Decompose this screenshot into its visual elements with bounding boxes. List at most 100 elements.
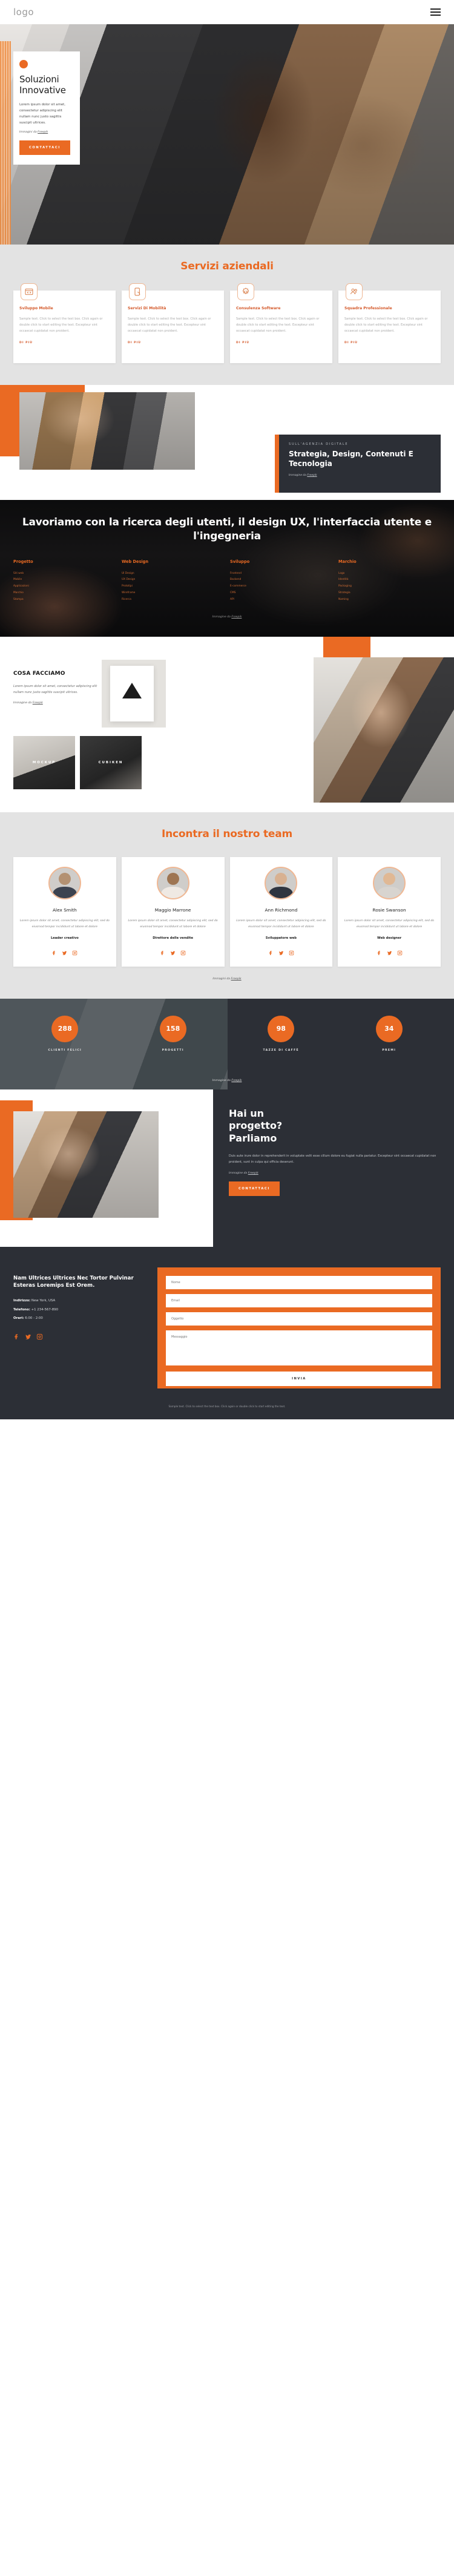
credit-link[interactable]: Freepik <box>231 616 242 619</box>
services-grid: Sviluppo Mobile Sample text. Click to se… <box>0 283 454 363</box>
process-item[interactable]: Naming <box>338 597 441 603</box>
site-header: logo <box>0 0 454 24</box>
facebook-icon[interactable] <box>268 947 274 958</box>
hero-stripe-decoration <box>0 41 11 245</box>
cta-title: Hai un progetto? Parliamo <box>229 1108 439 1145</box>
instagram-icon[interactable] <box>180 947 186 958</box>
team-heading: Incontra il nostro team <box>161 828 292 841</box>
hero-image-credit: Immagini da Freepik <box>19 131 74 134</box>
process-item[interactable]: Marchio <box>13 590 116 597</box>
twitter-icon[interactable] <box>62 947 67 958</box>
instagram-icon[interactable] <box>72 947 77 958</box>
process-item[interactable]: API <box>230 597 332 603</box>
service-more-link[interactable]: DI PIÙ <box>344 341 358 344</box>
landing-page: logo Soluzioni Innovative Lorem ipsum do… <box>0 0 454 1419</box>
service-card[interactable]: Squadra Professionale Sample text. Click… <box>338 283 441 363</box>
facebook-icon[interactable] <box>13 1331 20 1342</box>
twitter-icon[interactable] <box>387 947 392 958</box>
counter-item: 158 PROGETTI <box>122 1015 225 1052</box>
hero-dot-icon <box>19 60 28 68</box>
hamburger-icon[interactable] <box>430 8 441 16</box>
process-item[interactable]: Identità <box>338 577 441 583</box>
process-item[interactable]: Wireframe <box>122 590 224 597</box>
counters-row: 288 CLIENTI FELICI 158 PROGETTI 98 TAZZE… <box>0 999 454 1052</box>
facebook-icon[interactable] <box>377 947 382 958</box>
team-card[interactable]: Maggio Marrone Lorem ipsum dolor sit ame… <box>121 857 225 967</box>
logo[interactable]: logo <box>13 7 34 18</box>
instagram-icon[interactable] <box>36 1331 43 1342</box>
process-image-credit: Immagine da Freepik <box>13 616 441 619</box>
subject-input[interactable] <box>166 1312 432 1326</box>
team-socials <box>343 947 436 958</box>
service-card[interactable]: Sviluppo Mobile Sample text. Click to se… <box>13 283 116 363</box>
credit-link[interactable]: Freepik <box>33 702 43 705</box>
team-card[interactable]: Ann Richmond Lorem ipsum dolor sit amet,… <box>229 857 333 967</box>
process-item[interactable]: Strategia <box>338 590 441 597</box>
process-item[interactable]: Logo <box>338 571 441 577</box>
credit-link[interactable]: Freepik <box>231 1079 242 1082</box>
name-input[interactable] <box>166 1275 432 1289</box>
service-more-link[interactable]: DI PIÙ <box>128 341 141 344</box>
process-item[interactable]: Backend <box>230 577 332 583</box>
instagram-icon[interactable] <box>289 947 294 958</box>
process-item[interactable]: UI Design <box>122 571 224 577</box>
counter-value: 98 <box>268 1015 295 1042</box>
process-item[interactable]: CMS <box>230 590 332 597</box>
footer-address-label: Indirizzo: <box>13 1299 31 1303</box>
process-item[interactable]: Frontend <box>230 571 332 577</box>
process-item[interactable]: UX Design <box>122 577 224 583</box>
instagram-icon[interactable] <box>397 947 403 958</box>
facebook-icon[interactable] <box>160 947 165 958</box>
submit-button[interactable]: INVIA <box>166 1371 432 1386</box>
service-body: Sample text. Click to select the text bo… <box>19 317 103 333</box>
counter-value: 288 <box>51 1015 79 1042</box>
process-item[interactable]: Stampa <box>13 597 116 603</box>
service-card[interactable]: Consulenza Software Sample text. Click t… <box>230 283 332 363</box>
cta-contact-button[interactable]: CONTATTACI <box>229 1181 280 1196</box>
team-member-bio: Lorem ipsum dolor sit amet, consectetur … <box>236 919 326 928</box>
message-input[interactable] <box>166 1330 432 1365</box>
credit-prefix: Immagini da <box>212 977 231 981</box>
gear-code-icon <box>237 283 254 300</box>
team-card[interactable]: Alex Smith Lorem ipsum dolor sit amet, c… <box>13 857 116 967</box>
team-member-role: Web designer <box>377 936 402 940</box>
process-item[interactable]: Packaging <box>338 583 441 590</box>
process-item[interactable]: Prototipi <box>122 583 224 590</box>
cta-image-credit: Immagine da Freepik <box>229 1172 439 1175</box>
service-more-link[interactable]: DI PIÙ <box>19 341 33 344</box>
twitter-icon[interactable] <box>170 947 176 958</box>
hero-contact-button[interactable]: CONTATTACI <box>19 140 70 155</box>
process-item[interactable]: Mobile <box>13 577 116 583</box>
credit-link[interactable]: Freepik <box>248 1172 258 1175</box>
service-card[interactable]: Servizi Di Mobilità Sample text. Click t… <box>122 283 224 363</box>
process-item[interactable]: Siti web <box>13 571 116 577</box>
facebook-icon[interactable] <box>51 947 57 958</box>
email-input[interactable] <box>166 1293 432 1307</box>
service-more-link[interactable]: DI PIÙ <box>236 341 249 344</box>
credit-link[interactable]: Freepik <box>38 131 48 134</box>
process-item[interactable]: E-commerce <box>230 583 332 590</box>
team-card[interactable]: Rosie Swanson Lorem ipsum dolor sit amet… <box>338 857 441 967</box>
twitter-icon[interactable] <box>25 1331 31 1342</box>
cta-paragraph: Duis aute irure dolor in reprehenderit i… <box>229 1154 436 1164</box>
banner-title: Strategia, Design, Contenuti E Tecnologi… <box>289 450 413 468</box>
team-socials <box>235 947 328 958</box>
counter-item: 98 TAZZE DI CAFFÈ <box>229 1015 333 1052</box>
avatar <box>48 867 81 900</box>
credit-link[interactable]: Freepik <box>231 978 242 981</box>
about-image-poster <box>102 660 166 728</box>
service-title: Consulenza Software <box>236 306 281 310</box>
credit-prefix: Immagine da <box>13 702 33 705</box>
twitter-icon[interactable] <box>278 947 284 958</box>
cta-title-line-1: Hai un <box>229 1107 265 1119</box>
code-window-icon <box>21 283 38 300</box>
credit-link[interactable]: Freepik <box>307 474 317 477</box>
banner-image <box>19 392 195 470</box>
services-section: Servizi aziendali Sviluppo Mobile Sample… <box>0 245 454 385</box>
footer-hours-value: 6:00 - 2:00 <box>24 1316 43 1321</box>
footer-address-value: New York, USA <box>30 1299 56 1303</box>
process-item[interactable]: Applicazioni <box>13 583 116 590</box>
about-section: COSA FACCIAMO Lorem ipsum dolor sit amet… <box>0 637 454 813</box>
process-item[interactable]: Ricerca <box>122 597 224 603</box>
about-paragraph: Lorem ipsum dolor sit amet, consectetur … <box>13 685 97 695</box>
